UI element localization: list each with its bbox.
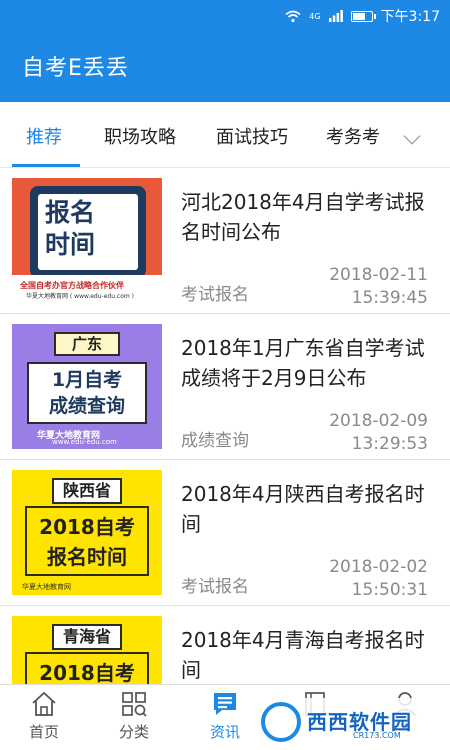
thumbnail-ribbon: 陕西省 [52, 478, 122, 504]
thumbnail-url: www.edu-edu.com [52, 438, 117, 446]
article-time: 15:50:31 [351, 580, 428, 600]
tab-career[interactable]: 职场攻略 [104, 123, 176, 149]
thumbnail-line-1: 2018自考 [39, 661, 135, 684]
tab-exam-affairs[interactable]: 考务考 [326, 123, 380, 149]
tab-interview[interactable]: 面试技巧 [216, 123, 288, 149]
thumbnail-brand: 华夏大地教育网 ( www.edu-edu.com ) [26, 293, 134, 300]
article-thumbnail: 广东 1月自考 成绩查询 华夏大地教育网 www.edu-edu.com [12, 324, 162, 449]
thumbnail-ribbon: 广东 [54, 332, 120, 356]
nav-category[interactable]: 分类 [99, 691, 169, 742]
thumbnail-brand: 华夏大地教育网 [22, 583, 71, 591]
nav-home-label: 首页 [28, 723, 59, 741]
article-date: 2018-02-02 [329, 557, 428, 577]
thumbnail-line-2: 时间 [44, 230, 95, 259]
article-category: 考试报名 [181, 577, 249, 597]
nav-news[interactable]: 资讯 [190, 691, 260, 742]
watermark-logo-icon [261, 702, 301, 742]
article-thumbnail: 青海省 2018自考 [12, 616, 162, 684]
nav-category-label: 分类 [118, 723, 149, 741]
article-date: 2018-02-09 [329, 411, 428, 431]
list-item[interactable]: 广东 1月自考 成绩查询 华夏大地教育网 www.edu-edu.com 201… [0, 314, 450, 460]
battery-level [352, 12, 365, 20]
thumbnail-line-1: 报名 [44, 198, 95, 227]
thumbnail-line-2: 报名时间 [47, 545, 127, 569]
article-time: 13:29:53 [351, 434, 428, 454]
article-title[interactable]: 2018年4月陕西自考报名时间 [181, 479, 436, 539]
thumbnail-line-1: 2018自考 [39, 515, 135, 539]
active-tab-indicator [12, 164, 80, 167]
app-bar: 自考E丢丢 [0, 30, 450, 102]
list-item[interactable]: 青海省 2018自考 2018年4月青海自考报名时间 [0, 606, 450, 684]
watermark-url: CR173.COM [353, 731, 401, 740]
article-list: 报名 时间 全国自考办官方战略合作伙伴 华夏大地教育网 ( www.edu-ed… [0, 168, 450, 684]
signal-label: 4G [309, 11, 321, 21]
wifi-icon [285, 10, 301, 22]
tab-recommend[interactable]: 推荐 [26, 123, 62, 149]
article-timestamp: 2018-02-11 15:39:45 [329, 264, 428, 310]
watermark: 西西软件园 CR173.COM [255, 698, 447, 746]
status-bar: 4G 下午3:17 [0, 0, 450, 30]
battery-icon [350, 10, 376, 22]
status-time: 下午3:17 [380, 9, 440, 25]
article-category: 成绩查询 [181, 431, 249, 451]
nav-news-label: 资讯 [209, 723, 240, 741]
category-tabs: 推荐 职场攻略 面试技巧 考务考 [0, 102, 450, 168]
article-category: 考试报名 [181, 285, 249, 305]
thumbnail-line-1: 1月自考 [51, 369, 123, 391]
thumbnail-ribbon: 青海省 [52, 624, 122, 650]
article-title[interactable]: 2018年1月广东省自学考试成绩将于2月9日公布 [181, 333, 436, 393]
article-date: 2018-02-11 [329, 265, 428, 285]
list-item[interactable]: 陕西省 2018自考 报名时间 华夏大地教育网 2018年4月陕西自考报名时间 … [0, 460, 450, 606]
chevron-down-icon[interactable] [403, 127, 421, 145]
status-icons: 4G 下午3:17 [285, 6, 440, 26]
article-timestamp: 2018-02-09 13:29:53 [329, 410, 428, 456]
thumbnail-caption: 全国自考办官方战略合作伙伴 [20, 281, 124, 290]
article-time: 15:39:45 [351, 288, 428, 308]
news-icon [211, 691, 239, 717]
list-item[interactable]: 报名 时间 全国自考办官方战略合作伙伴 华夏大地教育网 ( www.edu-ed… [0, 168, 450, 314]
signal-icon [328, 10, 343, 22]
article-thumbnail: 陕西省 2018自考 报名时间 华夏大地教育网 [12, 470, 162, 595]
thumbnail-line-2: 成绩查询 [48, 395, 125, 417]
article-title[interactable]: 2018年4月青海自考报名时间 [181, 625, 436, 684]
article-title[interactable]: 河北2018年4月自学考试报名时间公布 [181, 187, 436, 247]
nav-home[interactable]: 首页 [9, 691, 79, 742]
article-thumbnail: 报名 时间 全国自考办官方战略合作伙伴 华夏大地教育网 ( www.edu-ed… [12, 178, 162, 303]
home-icon [30, 691, 58, 717]
category-icon [120, 691, 148, 717]
app-title: 自考E丢丢 [22, 56, 129, 81]
article-timestamp: 2018-02-02 15:50:31 [329, 556, 428, 602]
